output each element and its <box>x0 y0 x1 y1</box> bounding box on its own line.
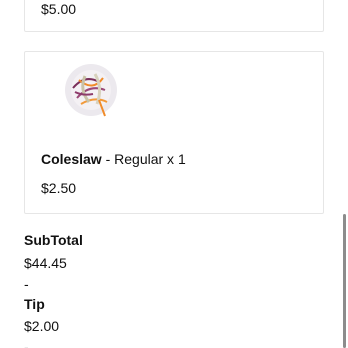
coleslaw-image <box>59 60 123 124</box>
previous-item-price: $5.00 <box>41 1 77 17</box>
separator: - <box>24 339 29 348</box>
item-price: $2.50 <box>41 180 77 196</box>
tip-value: $2.00 <box>24 318 60 334</box>
item-title: Coleslaw - Regular x 1 <box>41 151 186 167</box>
previous-item-card: $5.00 <box>24 0 324 32</box>
order-summary-page: $5.00 Coleslaw - Regular x 1 $2.50 SubTo… <box>0 0 348 348</box>
item-card: Coleslaw - Regular x 1 $2.50 <box>24 51 324 214</box>
tip-label: Tip <box>24 296 45 312</box>
subtotal-value: $44.45 <box>24 255 67 271</box>
separator: - <box>24 276 29 292</box>
item-detail: - Regular x 1 <box>101 151 186 167</box>
scrollbar[interactable] <box>343 214 346 348</box>
subtotal-label: SubTotal <box>24 232 83 248</box>
item-name: Coleslaw <box>41 151 102 167</box>
